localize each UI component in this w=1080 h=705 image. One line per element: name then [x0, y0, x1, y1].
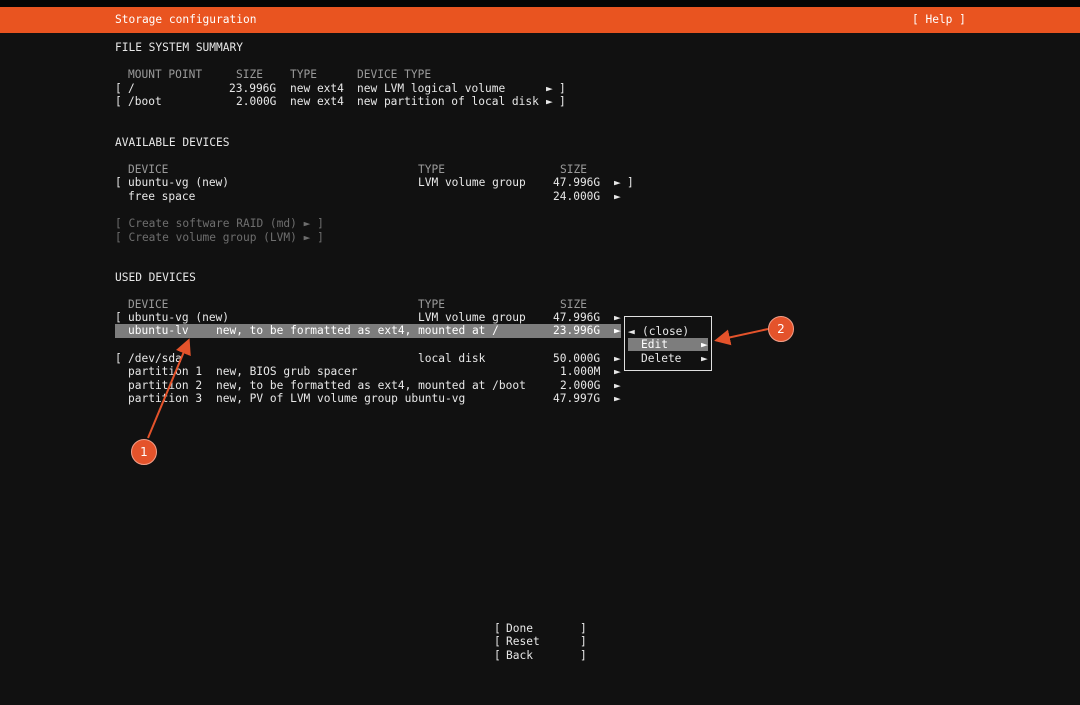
arrow-1	[147, 338, 191, 439]
callout-badge-2: 2	[768, 316, 794, 342]
callout-badge-1: 1	[131, 439, 157, 465]
arrow-2	[714, 328, 769, 346]
annotation-arrows	[147, 328, 769, 439]
